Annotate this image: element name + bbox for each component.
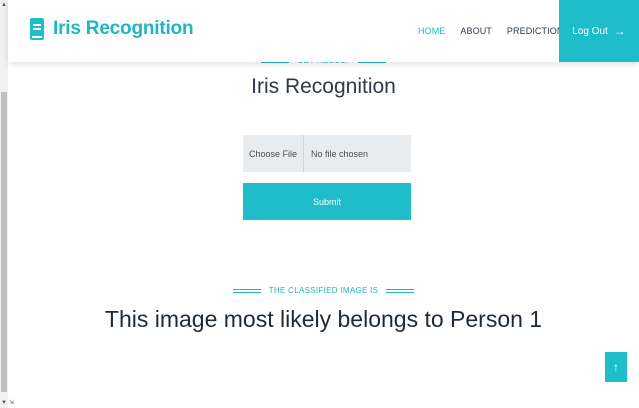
scroll-down-arrow-icon[interactable]: ▼ (0, 398, 8, 408)
section-tag-label: THE CLASSIFIED IMAGE IS (268, 286, 379, 295)
decorative-line-left (232, 288, 261, 293)
back-to-top-button[interactable]: ↑ (605, 352, 627, 382)
arrow-right-icon: → (613, 24, 626, 38)
vertical-scrollbar[interactable]: ▲ ▼ (0, 0, 8, 408)
navbar: Iris Recognition HOME ABOUT PREDICTIONS … (8, 0, 639, 62)
logout-label: Log Out (572, 25, 608, 37)
book-icon (30, 18, 44, 40)
result-text: This image most likely belongs to Person… (104, 306, 543, 332)
file-input[interactable]: Choose File No file chosen (243, 135, 411, 172)
decorative-line-right (386, 288, 415, 293)
choose-file-button[interactable]: Choose File (243, 135, 305, 172)
arrow-up-icon: ↑ (613, 360, 619, 374)
nav-item-home[interactable]: HOME (418, 26, 445, 36)
scroll-up-arrow-icon[interactable]: ▲ (0, 0, 8, 10)
scrollbar-thumb[interactable] (1, 92, 7, 392)
page: ▲ ▼ ⇲ Iris Recognition HOME ABOUT PREDIC… (0, 0, 639, 408)
logout-button[interactable]: Log Out → (559, 0, 639, 62)
resize-corner-icon: ⇲ (9, 400, 15, 406)
page-title: Iris Recognition (251, 75, 396, 98)
nav-item-about[interactable]: ABOUT (460, 26, 492, 36)
brand-link[interactable]: Iris Recognition (30, 18, 194, 40)
section-tag-classified: THE CLASSIFIED IMAGE IS (8, 286, 639, 295)
submit-button[interactable]: Submit (243, 183, 411, 220)
brand-title: Iris Recognition (53, 18, 194, 39)
file-status-text: No file chosen (311, 148, 369, 159)
